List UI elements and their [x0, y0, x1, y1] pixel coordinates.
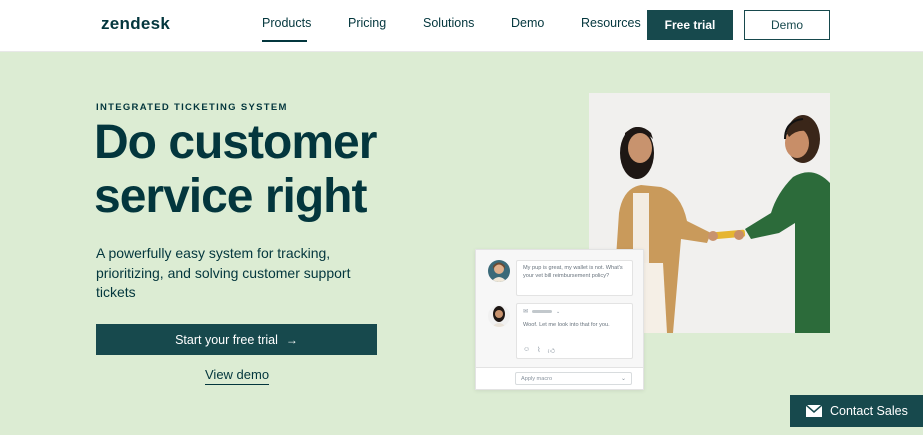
hero-headline: Do customer service right: [94, 116, 377, 223]
customer-avatar: [488, 260, 510, 282]
attachment-icon[interactable]: ⌇: [537, 346, 540, 355]
ticket-widget: My pup is great, my wallet is not. What'…: [475, 249, 644, 390]
customer-message: My pup is great, my wallet is not. What'…: [516, 260, 633, 296]
nav-demo[interactable]: Demo: [511, 16, 544, 30]
mail-icon: [806, 405, 822, 417]
view-demo-link[interactable]: View demo: [205, 367, 270, 385]
contact-sales-label: Contact Sales: [830, 404, 908, 418]
arrow-right-icon: →: [285, 332, 298, 347]
reply-header: ✉ ⌄: [523, 308, 560, 316]
start-free-trial-label: Start your free trial: [175, 332, 278, 347]
nav-pricing[interactable]: Pricing: [348, 16, 386, 30]
contact-sales-button[interactable]: Contact Sales: [790, 395, 923, 427]
apply-macro-select[interactable]: Apply macro ⌄: [515, 372, 632, 385]
demo-button[interactable]: Demo: [744, 10, 830, 40]
mail-icon: ✉: [523, 309, 529, 315]
zendesk-logo[interactable]: zendesk: [101, 14, 170, 34]
nav-active-indicator: [262, 40, 307, 42]
hero-subhead: A powerfully easy system for tracking, p…: [96, 245, 351, 300]
free-trial-button[interactable]: Free trial: [647, 10, 733, 40]
emoji-icon[interactable]: ☺: [523, 346, 530, 355]
chevron-down-icon[interactable]: ⌄: [556, 309, 560, 315]
hero-eyebrow: INTEGRATED TICKETING SYSTEM: [96, 102, 288, 113]
nav-solutions[interactable]: Solutions: [423, 16, 474, 30]
apply-macro-placeholder: Apply macro: [521, 376, 553, 382]
recipient-placeholder: [532, 310, 553, 313]
reply-toolbar: ☺ ⌇ 👍︎: [523, 346, 555, 355]
nav-products[interactable]: Products: [262, 16, 311, 30]
site-header: zendesk Products Pricing Solutions Demo …: [0, 0, 923, 52]
thumbs-up-icon[interactable]: 👍︎: [548, 346, 555, 355]
start-free-trial-button[interactable]: Start your free trial →: [96, 324, 377, 355]
nav-resources[interactable]: Resources: [581, 16, 641, 30]
agent-reply: Woof. Let me look into that for you.: [523, 322, 610, 328]
reply-box[interactable]: ✉ ⌄ Woof. Let me look into that for you.…: [516, 303, 633, 359]
agent-avatar: [488, 305, 510, 327]
chevron-down-icon: ⌄: [620, 376, 626, 382]
widget-footer: Apply macro ⌄: [476, 367, 643, 389]
